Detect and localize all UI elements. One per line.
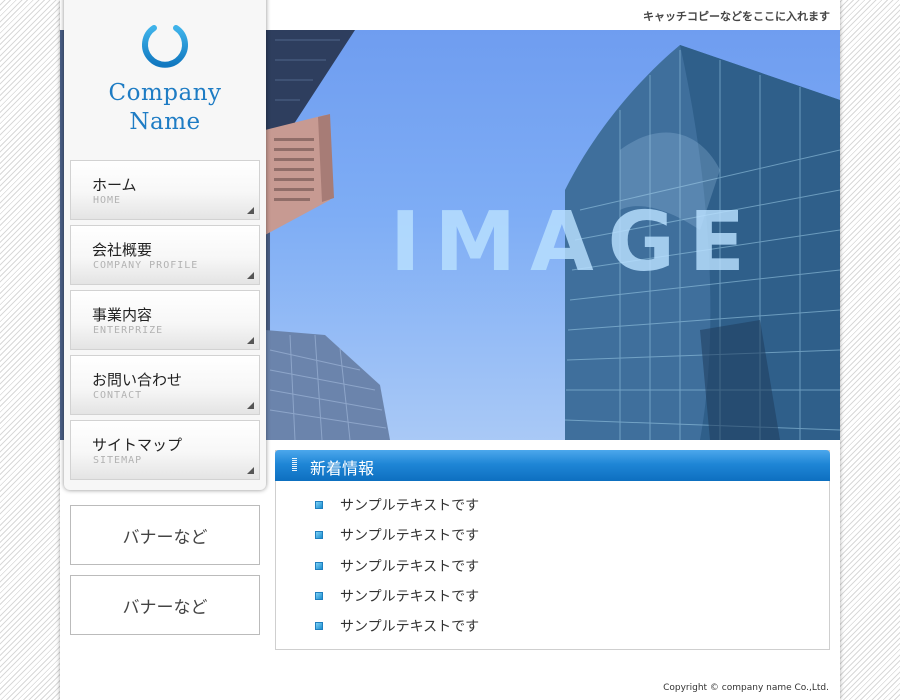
news-item-text: サンプルテキストです — [340, 498, 480, 514]
square-bullet-icon — [315, 622, 323, 630]
news-item[interactable]: サンプルテキストです — [276, 586, 776, 608]
grip-icon — [292, 458, 297, 472]
nav-sublabel: CONTACT — [93, 390, 143, 401]
square-bullet-icon — [315, 531, 323, 539]
news-item-text: サンプルテキストです — [340, 528, 480, 544]
news-item[interactable]: サンプルテキストです — [276, 616, 776, 638]
nav-sublabel: ENTERPRIZE — [93, 325, 164, 336]
company-logo[interactable]: Company Name — [64, 0, 266, 144]
news-item-text: サンプルテキストです — [340, 559, 480, 575]
page-container: キャッチコピーなどをここに入れます IMAGE Company Name ホーム… — [60, 0, 840, 700]
news-item[interactable]: サンプルテキストです — [276, 495, 776, 517]
tagline: キャッチコピーなどをここに入れます — [643, 10, 830, 23]
corner-arrow-icon — [247, 272, 254, 279]
corner-arrow-icon — [247, 402, 254, 409]
corner-arrow-icon — [247, 467, 254, 474]
news-item[interactable]: サンプルテキストです — [276, 525, 776, 547]
news-title: 新着情報 — [310, 459, 375, 478]
hero-placeholder-text: IMAGE — [390, 195, 759, 290]
nav-sublabel: SITEMAP — [93, 455, 143, 466]
nav-label: 事業内容 — [92, 306, 153, 324]
news-section: 新着情報 サンプルテキストです サンプルテキストです サンプルテキストです サン… — [275, 450, 830, 650]
square-bullet-icon — [315, 562, 323, 570]
logo-line-2: Name — [129, 109, 201, 135]
sidebar: Company Name ホーム HOME 会社概要 COMPANY PROFI… — [64, 0, 266, 490]
news-item-text: サンプルテキストです — [340, 619, 480, 635]
nav-label: お問い合わせ — [92, 371, 183, 389]
nav-label: ホーム — [92, 176, 137, 194]
nav-item-home[interactable]: ホーム HOME — [70, 160, 260, 220]
nav-sublabel: COMPANY PROFILE — [93, 260, 199, 271]
corner-arrow-icon — [247, 207, 254, 214]
nav-item-company-profile[interactable]: 会社概要 COMPANY PROFILE — [70, 225, 260, 285]
banner-2[interactable]: バナーなど — [70, 575, 260, 635]
nav-label: 会社概要 — [92, 241, 153, 259]
nav-item-sitemap[interactable]: サイトマップ SITEMAP — [70, 420, 260, 480]
news-item-text: サンプルテキストです — [340, 589, 480, 605]
nav-item-contact[interactable]: お問い合わせ CONTACT — [70, 355, 260, 415]
banner-1[interactable]: バナーなど — [70, 505, 260, 565]
nav-item-enterprize[interactable]: 事業内容 ENTERPRIZE — [70, 290, 260, 350]
power-icon — [142, 16, 188, 68]
nav-sublabel: HOME — [93, 195, 122, 206]
news-header: 新着情報 — [275, 450, 830, 481]
logo-line-1: Company — [108, 80, 222, 106]
square-bullet-icon — [315, 592, 323, 600]
news-item[interactable]: サンプルテキストです — [276, 556, 776, 578]
copyright: Copyright © company name Co.,Ltd. — [663, 683, 829, 693]
nav-label: サイトマップ — [92, 436, 183, 454]
corner-arrow-icon — [247, 337, 254, 344]
square-bullet-icon — [315, 501, 323, 509]
